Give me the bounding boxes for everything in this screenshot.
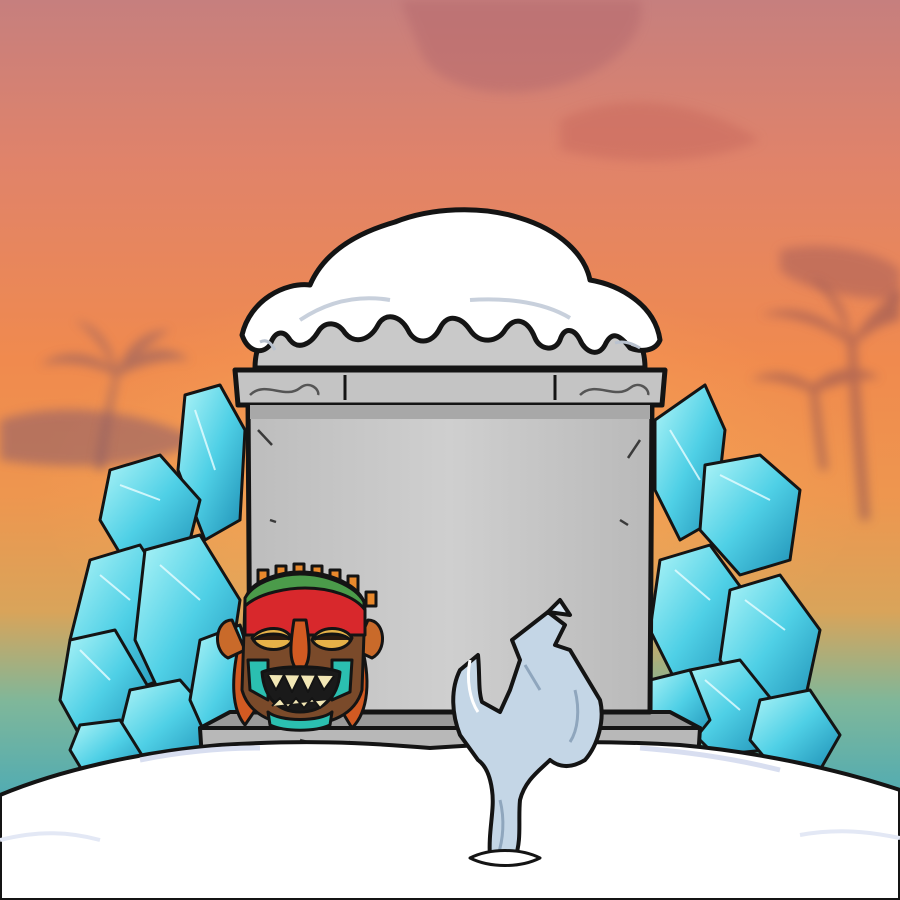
game-scene [0,0,900,900]
scene-canvas [0,0,900,900]
snow-ground [0,740,900,900]
